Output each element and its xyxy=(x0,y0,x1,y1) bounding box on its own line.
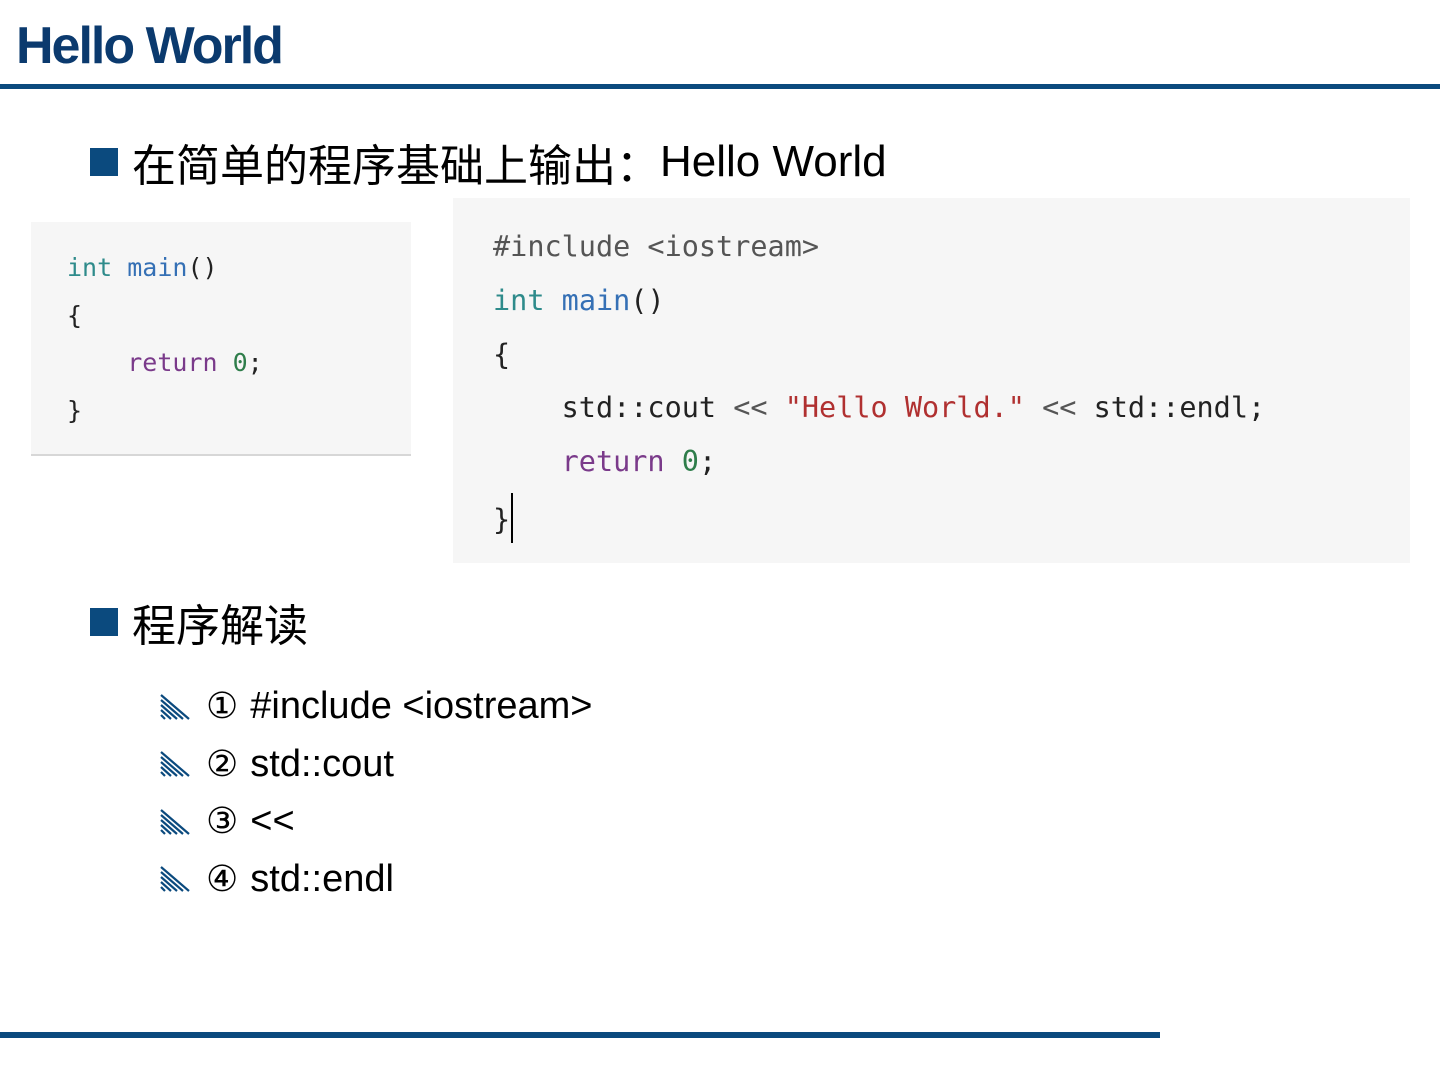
code-line-include: #include <iostream> xyxy=(493,230,820,263)
code-keyword-return: return xyxy=(127,348,218,377)
list-item: ① #include <iostream> xyxy=(160,678,593,736)
code-line-cout: std::cout << "Hello World." << std::endl… xyxy=(493,385,1410,439)
item-text: << xyxy=(250,800,295,843)
bullet-text-cn: 在简单的程序基础上输出： xyxy=(132,141,660,192)
item-number: ③ xyxy=(206,801,239,843)
code-line: } xyxy=(493,492,1410,547)
list-item: ③ << xyxy=(160,793,593,851)
slide-title: Hello World xyxy=(16,17,284,75)
list-item: ② std::cout xyxy=(160,736,593,794)
code-line: int main() xyxy=(67,248,411,296)
item-text: std::endl xyxy=(250,857,394,900)
code-line: { xyxy=(67,300,83,330)
code-function-name: main xyxy=(561,283,631,317)
code-line: { xyxy=(493,337,511,371)
code-semicolon: ; xyxy=(698,445,717,479)
code-snippet-minimal-main: int main() { return 0; } xyxy=(31,222,411,456)
square-bullet-icon xyxy=(90,148,118,176)
code-operator: << xyxy=(1024,391,1094,425)
list-item: ④ std::endl xyxy=(160,851,593,909)
code-line: } xyxy=(67,395,83,425)
code-identifier: std::endl xyxy=(1093,391,1249,425)
code-semicolon: ; xyxy=(247,348,263,377)
item-number: ① xyxy=(206,686,239,728)
code-parens: () xyxy=(630,283,665,317)
code-line: return 0; xyxy=(67,343,411,391)
explanation-list: ① #include <iostream> ② std::cout ③ << ④… xyxy=(160,678,593,908)
item-text: #include <iostream> xyxy=(250,685,593,728)
code-keyword: int xyxy=(493,283,545,317)
bullet-text-en: Hello World xyxy=(660,137,887,186)
code-number: 0 xyxy=(232,348,248,377)
code-brace: } xyxy=(493,502,511,536)
code-keyword-return: return xyxy=(561,445,665,479)
bullet-program-explanation: 程序解读 xyxy=(90,594,308,652)
code-semicolon: ; xyxy=(1248,391,1266,425)
code-operator: << xyxy=(716,391,785,425)
code-function-name: main xyxy=(127,253,188,282)
bullet-output-hello-world: 在简单的程序基础上输出： Hello World xyxy=(90,134,887,192)
diagonal-hatch-icon xyxy=(160,866,190,893)
code-identifier: std::cout xyxy=(561,391,717,425)
diagonal-hatch-icon xyxy=(160,751,190,778)
footer-rule xyxy=(0,1032,1160,1038)
code-number: 0 xyxy=(681,445,699,479)
diagonal-hatch-icon xyxy=(160,693,190,720)
title-underline xyxy=(0,84,1440,89)
square-bullet-icon xyxy=(90,608,118,636)
code-keyword: int xyxy=(67,253,113,282)
bullet-text-cn: 程序解读 xyxy=(132,601,308,652)
code-line: int main() xyxy=(493,278,1410,332)
code-snippet-hello-world: #include <iostream> int main() { std::co… xyxy=(453,198,1410,563)
item-number: ④ xyxy=(206,858,239,900)
text-cursor xyxy=(511,492,514,543)
code-parens: () xyxy=(187,253,218,282)
item-number: ② xyxy=(206,743,239,785)
code-line: return 0; xyxy=(493,439,1410,493)
diagonal-hatch-icon xyxy=(160,808,190,835)
code-string-literal: "Hello World." xyxy=(784,391,1025,425)
item-text: std::cout xyxy=(250,742,394,785)
